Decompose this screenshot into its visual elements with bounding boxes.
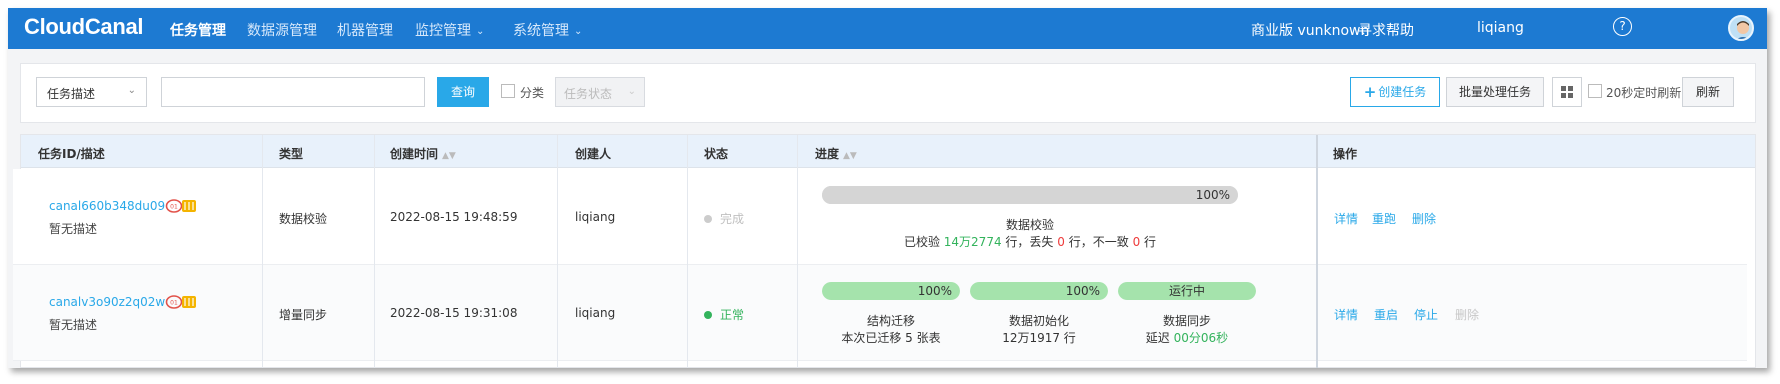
task-code-icon[interactable]: 01	[165, 294, 197, 310]
user-avatar-icon	[1737, 21, 1749, 39]
stage-name: 数据初始化	[1008, 314, 1069, 328]
status-dot-icon	[704, 215, 712, 223]
nav-task-management[interactable]: 任务管理	[170, 20, 226, 40]
col-type: 类型	[279, 147, 304, 161]
stage-detail: 本次已迁移 5 张表	[841, 331, 941, 345]
progress-bar: 100%	[822, 186, 1238, 204]
task-type: 增量同步	[279, 308, 328, 322]
auto-refresh-checkbox[interactable]	[1588, 84, 1602, 98]
refresh-button[interactable]: 刷新	[1682, 77, 1734, 107]
task-type: 数据校验	[279, 212, 328, 226]
task-id-link[interactable]: canal660b348du09	[49, 199, 165, 213]
nav-datasource-management[interactable]: 数据源管理	[247, 20, 317, 40]
restart-link[interactable]: 重启	[1374, 306, 1398, 323]
task-created-time: 2022-08-15 19:48:59	[390, 210, 518, 224]
col-creator: 创建人	[575, 147, 612, 161]
stage-name: 结构迁移	[866, 314, 915, 328]
chevron-down-icon: ⌄	[127, 85, 136, 96]
category-label: 分类	[520, 86, 545, 100]
progress-percent: 100%	[1195, 188, 1230, 202]
auto-refresh-label: 20秒定时刷新	[1606, 86, 1682, 100]
chevron-down-icon: ⌄	[627, 86, 636, 97]
progress-stage: 数据校验	[1005, 218, 1054, 232]
user-name[interactable]: liqiang	[1477, 20, 1524, 36]
sort-icon[interactable]: ▲▼	[843, 151, 857, 161]
help-link[interactable]: 寻求帮助	[1358, 20, 1414, 40]
app-logo[interactable]: CloudCanal	[24, 14, 144, 40]
search-input[interactable]	[161, 77, 425, 107]
col-status: 状态	[704, 147, 729, 161]
stage-detail: 12万1917 行	[1002, 331, 1076, 345]
rerun-link[interactable]: 重跑	[1372, 210, 1396, 227]
detail-link[interactable]: 详情	[1334, 210, 1358, 227]
query-button[interactable]: 查询	[437, 77, 489, 107]
task-creator: liqiang	[575, 306, 616, 320]
delete-link[interactable]: 删除	[1412, 210, 1436, 227]
progress-bar-sync: 运行中	[1118, 282, 1256, 300]
chevron-down-icon: ⌄	[574, 26, 583, 37]
progress-bar-init: 100%	[970, 282, 1108, 300]
nav-machine-management[interactable]: 机器管理	[337, 20, 393, 40]
status-badge: 正常	[704, 306, 744, 323]
svg-text:01: 01	[170, 300, 178, 307]
plus-icon: +	[1363, 83, 1377, 101]
top-nav-bar: CloudCanal 任务管理 数据源管理 机器管理 监控管理 ⌄ 系统管理 ⌄ 商…	[8, 8, 1767, 49]
sort-icon[interactable]: ▲▼	[442, 151, 456, 161]
task-desc: 暂无描述	[49, 222, 98, 236]
category-checkbox[interactable]	[501, 84, 515, 98]
stage-detail: 延迟 00分06秒	[1145, 331, 1229, 345]
delete-link[interactable]: 删除	[1455, 306, 1479, 323]
col-task-id: 任务ID/描述	[38, 147, 105, 161]
col-created-time[interactable]: 创建时间 ▲▼	[390, 145, 456, 162]
detail-link[interactable]: 详情	[1334, 306, 1358, 323]
progress-bar-structure: 100%	[822, 282, 960, 300]
create-task-button[interactable]: + 创建任务	[1350, 77, 1440, 107]
col-progress[interactable]: 进度 ▲▼	[815, 145, 857, 162]
stop-link[interactable]: 停止	[1414, 306, 1438, 323]
progress-detail: 已校验 14万2774 行，丢失 0 行，不一致 0 行	[903, 235, 1157, 249]
task-status-select[interactable]: 任务状态 ⌄	[555, 77, 645, 107]
license-version: 商业版 vunknown	[1251, 23, 1370, 39]
task-created-time: 2022-08-15 19:31:08	[390, 306, 518, 320]
task-id-link[interactable]: canalv3o90z2q02w	[49, 295, 165, 309]
avatar[interactable]	[1728, 15, 1754, 41]
chevron-down-icon: ⌄	[476, 26, 485, 37]
batch-process-button[interactable]: 批量处理任务	[1446, 77, 1544, 107]
task-creator: liqiang	[575, 210, 616, 224]
stage-name: 数据同步	[1162, 314, 1211, 328]
nav-monitor-management[interactable]: 监控管理 ⌄	[415, 20, 484, 40]
status-badge: 完成	[704, 210, 744, 227]
task-code-icon[interactable]: 01	[165, 198, 197, 214]
status-dot-icon	[704, 311, 712, 319]
task-desc: 暂无描述	[49, 318, 98, 332]
search-field-select[interactable]: 任务描述 ⌄	[36, 77, 147, 107]
grid-view-icon[interactable]	[1552, 77, 1582, 107]
help-icon[interactable]: ?	[1613, 17, 1632, 36]
nav-system-management[interactable]: 系统管理 ⌄	[513, 20, 582, 40]
col-actions: 操作	[1333, 147, 1358, 161]
svg-text:01: 01	[170, 204, 178, 211]
